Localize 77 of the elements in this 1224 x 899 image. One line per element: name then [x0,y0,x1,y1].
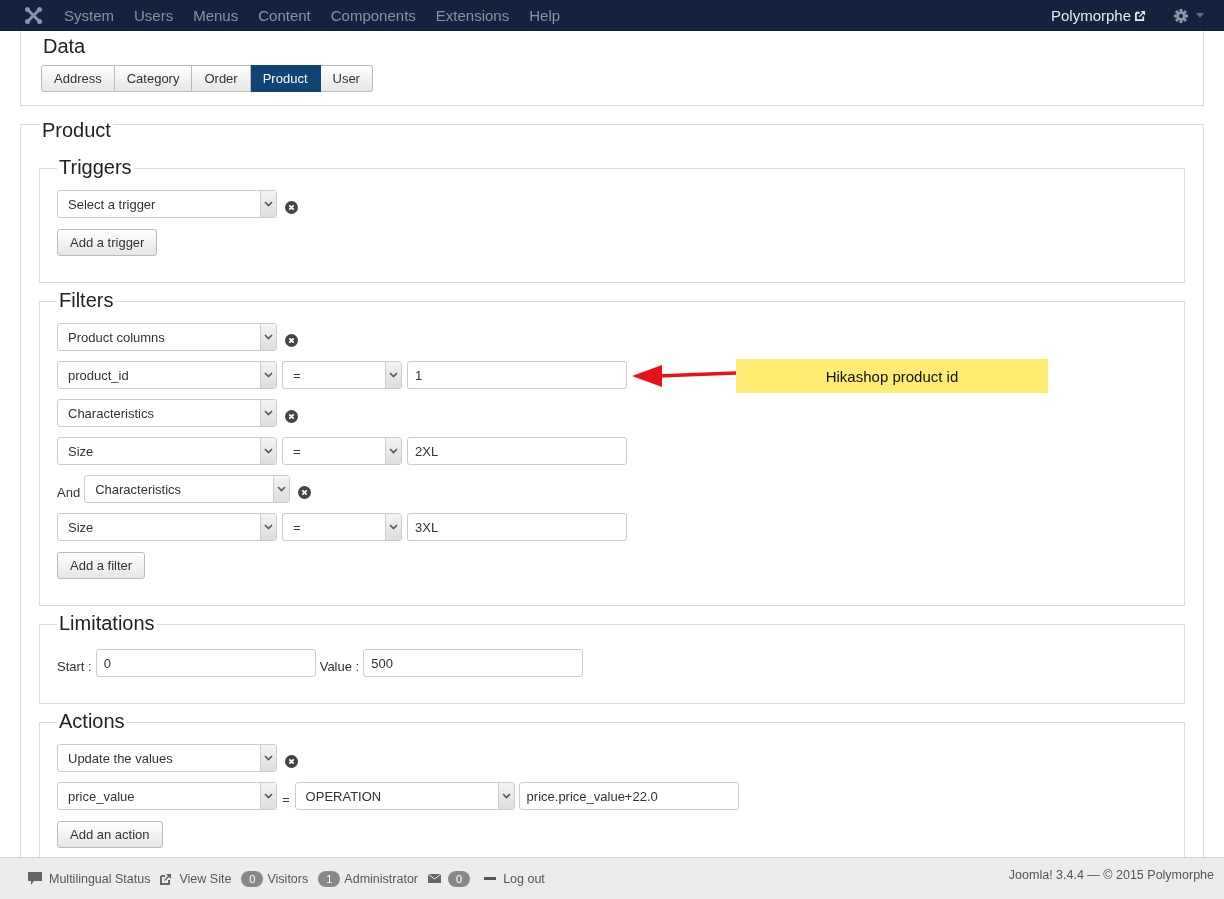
type-select[interactable]: Product columns [57,323,277,351]
external-link-icon [1135,10,1146,21]
site-link[interactable]: Polymorphe [1050,7,1146,24]
value-input[interactable]: 1 [407,361,627,389]
menu-item[interactable]: Extensions [435,7,510,24]
chevron-down-icon [389,524,398,530]
logo-icon[interactable] [25,7,42,24]
menu-item[interactable]: Menus [193,7,239,24]
value-input[interactable]: 0 [95,649,316,677]
minus-icon [484,877,497,880]
menu-item[interactable]: Components [330,7,416,24]
type-select[interactable]: Characteristics [84,475,291,503]
status-link[interactable]: Visitors [267,871,309,886]
chevron-down-icon [389,448,398,454]
chevron-down-icon [264,755,273,761]
mode-select[interactable]: OPERATION [294,782,515,810]
column-select[interactable]: Size [57,437,277,465]
add-button[interactable]: Add an action [57,820,163,848]
field-label: Start : [57,658,92,674]
chevron-down-icon [389,372,398,378]
add-button[interactable]: Add a trigger [57,228,158,256]
settings-icon[interactable] [1174,8,1188,23]
chevron-down-icon [501,793,511,799]
arrow-icon [632,363,736,387]
value-input[interactable]: 2XL [407,437,627,465]
type-select[interactable]: Update the values [57,744,277,772]
chevron-down-icon [264,410,273,416]
caret-icon[interactable] [1196,13,1204,18]
tab[interactable]: Product [250,65,321,92]
add-button[interactable]: Add a filter [57,551,146,579]
column-select[interactable]: product_id [57,361,277,389]
remove-icon[interactable] [298,485,312,499]
field-label: Value : [319,658,360,674]
tab[interactable]: User [320,65,373,92]
count-badge: 1 [318,870,341,887]
tab[interactable]: Address [41,65,115,92]
type-select[interactable]: Select a trigger [57,190,277,218]
chevron-down-icon [264,372,273,378]
status-link[interactable]: View Site [179,871,232,886]
operator-select[interactable]: = [282,437,402,465]
menu-item[interactable]: Content [258,7,311,24]
remove-icon[interactable] [285,333,298,347]
status-link[interactable]: Log out [503,871,545,886]
count-badge: 0 [448,870,471,887]
chevron-down-icon [264,448,273,454]
chevron-down-icon [264,201,273,207]
menu-item[interactable]: System [64,7,114,24]
value-input[interactable]: 3XL [407,513,627,541]
value-input[interactable]: price.price_value+22.0 [518,782,739,810]
column-select[interactable]: Size [57,513,277,541]
remove-icon[interactable] [285,754,298,768]
tab[interactable]: Order [192,65,251,92]
value-input[interactable]: 500 [363,649,584,677]
chevron-down-icon [264,524,273,530]
operator-select[interactable]: = [282,361,402,389]
type-select[interactable]: Characteristics [57,399,277,427]
group-title: Triggers [57,156,134,179]
copyright-text: Joomla! 3.4.4 — © 2015 Polymorphe [1008,867,1214,882]
count-badge: 0 [241,870,264,887]
comment-icon [28,872,42,885]
status-link[interactable]: Administrator [344,871,418,886]
menu-item[interactable]: Help [529,7,561,24]
and-label: And [57,484,81,500]
chevron-down-icon [264,334,273,340]
remove-icon[interactable] [285,409,298,423]
operator-select[interactable]: = [282,513,402,541]
column-select[interactable]: price_value [57,782,277,810]
menu-item[interactable]: Users [134,7,174,24]
annotation-note: Hikashop product id [736,359,1048,393]
chevron-down-icon [277,486,287,492]
status-link[interactable]: Multilingual Status [49,871,151,886]
chevron-down-icon [264,793,273,799]
tab[interactable]: Category [114,65,193,92]
remove-icon[interactable] [285,200,298,214]
equals-label: = [282,791,290,807]
envelope-icon [428,874,441,883]
external-link-icon [160,872,173,885]
